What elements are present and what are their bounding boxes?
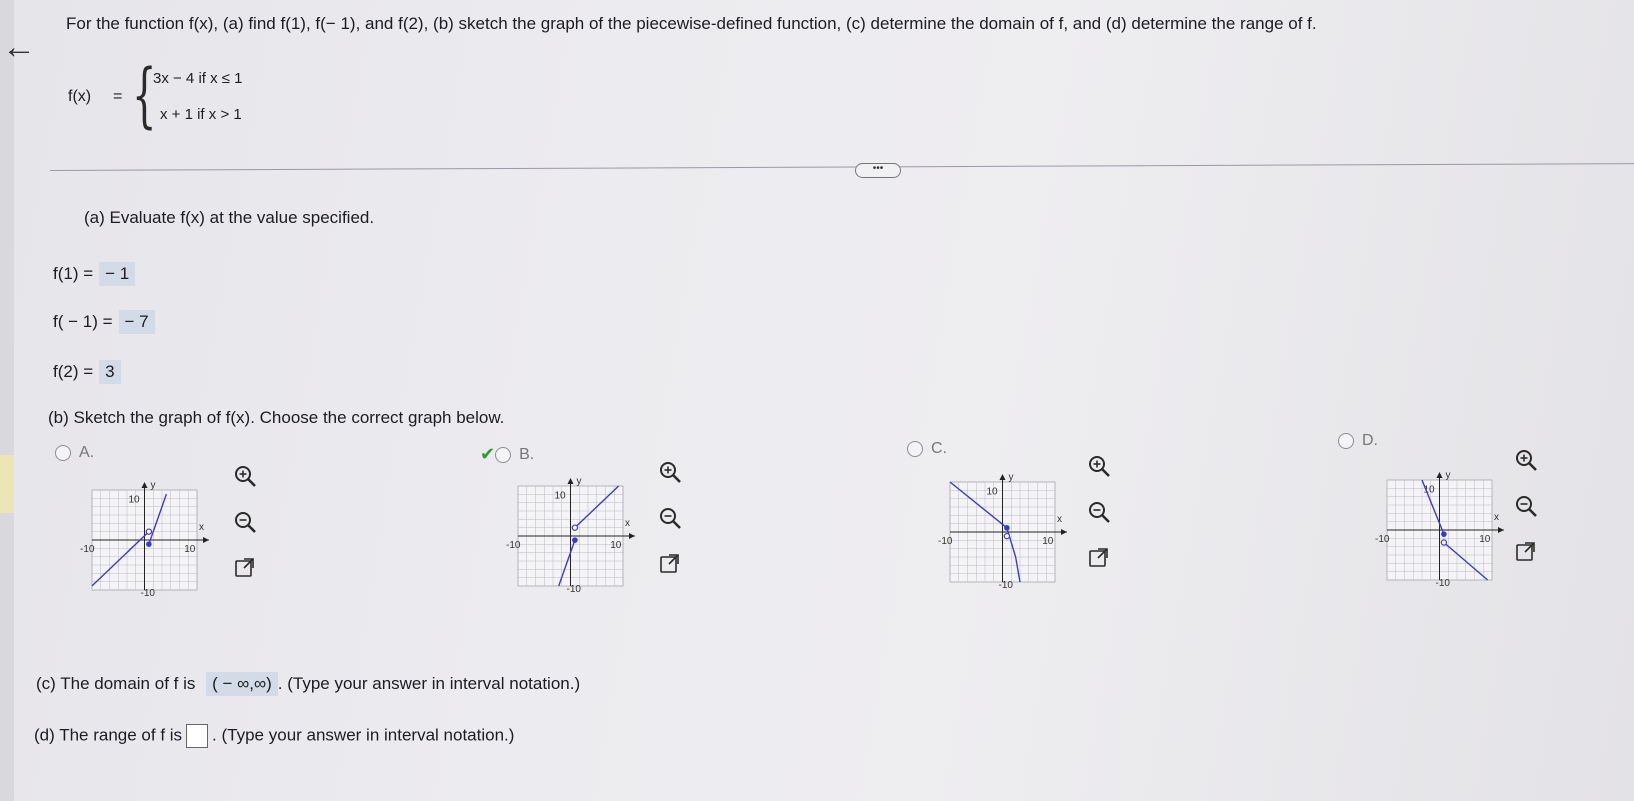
x-arrow xyxy=(629,533,635,539)
tick-label: -10 xyxy=(999,580,1014,591)
tick-label: 10 xyxy=(987,486,999,497)
option-b[interactable]: ✔ B. xyxy=(480,444,534,465)
y-axis-label: y xyxy=(577,476,582,487)
open-point xyxy=(571,524,579,531)
y-arrow xyxy=(999,474,1006,480)
x-arrow xyxy=(203,537,209,543)
closed-point xyxy=(572,537,578,543)
divider xyxy=(49,163,1634,171)
popout-icon[interactable] xyxy=(1086,545,1112,571)
closed-point xyxy=(1004,525,1010,531)
option-c[interactable]: C. xyxy=(907,440,947,458)
closed-point xyxy=(146,541,152,547)
graph-option-d: yx10-10 10-10 xyxy=(1375,470,1504,589)
part-d: (d) The range of f is. (Type your answer… xyxy=(34,724,514,748)
option-a[interactable]: A. xyxy=(55,444,94,462)
eval-answer[interactable]: − 1 xyxy=(99,262,136,286)
function-equals: = xyxy=(113,88,123,105)
tick-label: -10 xyxy=(141,588,156,599)
function-piece-2: x + 1 if x > 1 xyxy=(160,106,242,123)
left-strip-accent xyxy=(0,455,14,513)
domain-answer[interactable]: ( − ∞,∞) xyxy=(206,672,278,696)
x-axis-label: x xyxy=(199,522,204,533)
radio-icon[interactable] xyxy=(907,441,923,457)
x-arrow xyxy=(1498,527,1504,533)
tick-label: -10 xyxy=(506,540,521,551)
eval-row-f1: f(1) = − 1 xyxy=(53,262,136,286)
eval-label: f(2) = xyxy=(53,362,94,381)
eval-answer[interactable]: 3 xyxy=(99,360,121,384)
graph-option-a: yx10-10 10-10 xyxy=(80,480,209,599)
function-piece-1: 3x − 4 if x ≤ 1 xyxy=(153,70,243,87)
eval-label: f( − 1) = xyxy=(53,312,113,331)
eval-row-fneg1: f( − 1) = − 7 xyxy=(53,310,155,334)
y-axis-label: y xyxy=(151,480,156,491)
zoom-in-icon[interactable] xyxy=(1513,447,1539,473)
zoom-in-icon[interactable] xyxy=(1086,453,1112,479)
radio-icon[interactable] xyxy=(55,445,71,461)
y-axis-label: y xyxy=(1446,470,1451,481)
x-axis-label: x xyxy=(1494,512,1499,523)
popout-icon[interactable] xyxy=(657,551,683,577)
zoom-in-icon[interactable] xyxy=(657,459,683,485)
eval-answer[interactable]: − 7 xyxy=(118,310,155,334)
zoom-in-icon[interactable] xyxy=(232,463,258,489)
function-label: f(x) xyxy=(68,88,92,105)
open-point xyxy=(145,528,153,535)
range-input[interactable] xyxy=(186,724,209,748)
option-d[interactable]: D. xyxy=(1338,432,1378,450)
open-point xyxy=(1003,532,1011,540)
radio-icon[interactable] xyxy=(495,446,512,463)
x-axis-label: x xyxy=(625,518,630,529)
zoom-out-icon[interactable] xyxy=(1086,499,1112,525)
checkmark-icon: ✔ xyxy=(480,444,496,464)
tick-label: 10 xyxy=(184,544,196,555)
tick-label: 10 xyxy=(555,490,567,501)
left-strip xyxy=(0,0,14,801)
y-arrow xyxy=(1436,472,1443,478)
part-a-prompt: (a) Evaluate f(x) at the value specified… xyxy=(84,208,375,227)
zoom-out-icon[interactable] xyxy=(232,509,258,535)
x-axis-label: x xyxy=(1057,514,1062,525)
radio-icon[interactable] xyxy=(1338,433,1354,449)
tick-label: -10 xyxy=(567,584,582,595)
closed-point xyxy=(1441,531,1447,537)
graph-option-b: yx10-10 10-10 xyxy=(506,476,635,595)
tick-label: -10 xyxy=(80,544,95,555)
zoom-out-icon[interactable] xyxy=(1513,493,1539,519)
open-point xyxy=(1440,539,1448,546)
x-arrow xyxy=(1061,529,1067,535)
y-axis-label: y xyxy=(1009,472,1014,483)
eval-row-f2: f(2) = 3 xyxy=(53,360,121,384)
tick-label: 10 xyxy=(1042,536,1054,547)
eval-label: f(1) = xyxy=(53,264,94,283)
y-arrow xyxy=(567,478,574,484)
expand-button[interactable]: ••• xyxy=(855,163,901,178)
graph-option-c: yx10-10 10-10 xyxy=(938,472,1067,591)
zoom-out-icon[interactable] xyxy=(657,505,683,531)
tick-label: -10 xyxy=(1375,534,1390,545)
tick-label: -10 xyxy=(1436,578,1451,589)
part-c: (c) The domain of f is ( − ∞,∞). (Type y… xyxy=(36,672,580,696)
tick-label: -10 xyxy=(938,536,953,547)
tick-label: 10 xyxy=(129,494,141,505)
back-arrow-icon[interactable]: ← xyxy=(2,30,36,64)
tick-label: 10 xyxy=(610,540,622,551)
tick-label: 10 xyxy=(1479,534,1491,545)
y-arrow xyxy=(141,482,148,488)
question-text: For the function f(x), (a) find f(1), f(… xyxy=(66,14,1317,33)
popout-icon[interactable] xyxy=(1513,539,1539,565)
popout-icon[interactable] xyxy=(232,555,258,581)
part-b-prompt: (b) Sketch the graph of f(x). Choose the… xyxy=(48,408,505,427)
